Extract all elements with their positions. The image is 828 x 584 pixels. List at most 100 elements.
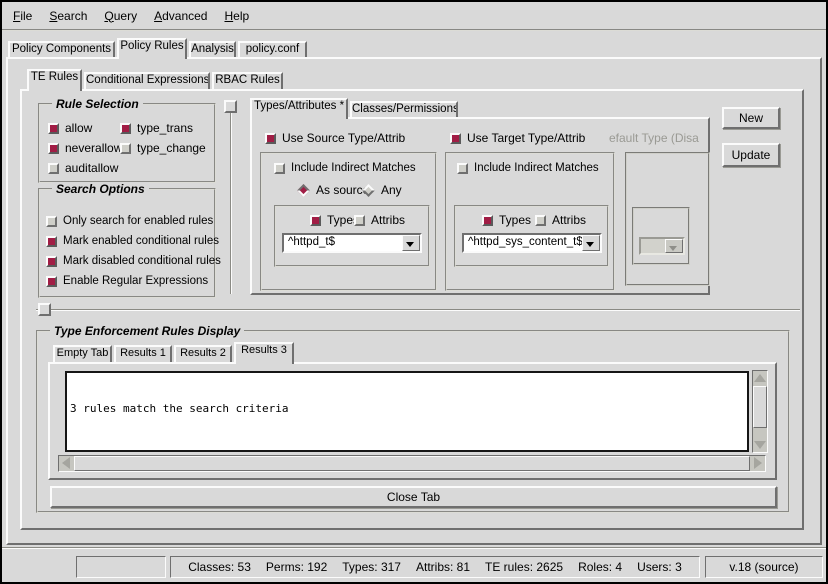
allow-checkbox-box[interactable]: [48, 123, 59, 134]
scroll-up-icon[interactable]: [754, 374, 766, 382]
tab-te-rules[interactable]: TE Rules: [27, 69, 82, 91]
allow-label: allow: [65, 121, 92, 135]
neverallow-checkbox-box[interactable]: [48, 143, 59, 154]
checkbox-source-types[interactable]: Types: [310, 213, 359, 227]
menu-advanced[interactable]: Advanced: [154, 9, 207, 23]
tab-classes-permissions[interactable]: Classes/Permissions: [350, 101, 458, 117]
target-types-label: Types: [499, 213, 531, 227]
checkbox-auditallow[interactable]: auditallow: [48, 161, 118, 175]
source-indirect-label: Include Indirect Matches: [291, 162, 416, 174]
source-types-checkbox-box[interactable]: [310, 215, 321, 226]
enable-regex-label: Enable Regular Expressions: [63, 275, 208, 287]
checkbox-target-attribs[interactable]: Attribs: [535, 213, 586, 227]
vertical-scrollbar[interactable]: [752, 370, 768, 453]
radio-any[interactable]: Any: [362, 183, 402, 197]
results-blank-line: [70, 444, 744, 452]
horizontal-sash-handle[interactable]: [38, 303, 51, 316]
checkbox-source-indirect[interactable]: Include Indirect Matches: [274, 162, 416, 174]
type-change-checkbox-box[interactable]: [120, 143, 131, 154]
rule-selection-title: Rule Selection: [52, 97, 143, 111]
checkbox-only-enabled-rules[interactable]: Only search for enabled rules: [46, 215, 213, 227]
tab-types-attributes[interactable]: Types/Attributes *: [250, 98, 348, 119]
new-button[interactable]: New: [722, 107, 780, 129]
tab-policy-rules[interactable]: Policy Rules: [117, 38, 187, 59]
menu-help[interactable]: Help: [224, 9, 249, 23]
status-separator: [2, 547, 826, 549]
status-empty-panel: [76, 556, 166, 578]
menu-file[interactable]: File: [13, 9, 32, 23]
checkbox-target-types[interactable]: Types: [482, 213, 531, 227]
policy-version-label: v.18 (source): [729, 560, 798, 574]
checkbox-enable-regex[interactable]: Enable Regular Expressions: [46, 275, 208, 287]
default-combobox-dropdown-button: [665, 239, 683, 253]
tab-policy-conf[interactable]: policy.conf: [238, 41, 307, 57]
mark-disabled-checkbox-box[interactable]: [46, 256, 57, 267]
checkbox-mark-enabled-conditional[interactable]: Mark enabled conditional rules: [46, 235, 219, 247]
checkbox-target-indirect[interactable]: Include Indirect Matches: [457, 162, 599, 174]
tab-results-1[interactable]: Results 1: [114, 345, 172, 362]
type-trans-label: type_trans: [137, 121, 193, 135]
type-trans-checkbox-box[interactable]: [120, 123, 131, 134]
any-radio-diamond[interactable]: [362, 184, 375, 197]
menu-query[interactable]: Query: [104, 9, 137, 23]
target-combobox-dropdown-button[interactable]: [582, 235, 600, 251]
tab-results-3[interactable]: Results 3: [234, 342, 294, 364]
use-source-checkbox-box[interactable]: [265, 133, 276, 144]
checkbox-use-target[interactable]: Use Target Type/Attrib: [450, 131, 585, 145]
vertical-scrollbar-thumb[interactable]: [753, 386, 767, 428]
checkbox-source-attribs[interactable]: Attribs: [354, 213, 405, 227]
source-type-combobox-value: ^httpd_t$: [288, 236, 335, 248]
horizontal-scrollbar[interactable]: [58, 455, 766, 472]
source-attribs-checkbox-box[interactable]: [354, 215, 365, 226]
radio-as-source[interactable]: As source: [297, 183, 369, 197]
horizontal-scrollbar-thumb[interactable]: [74, 456, 750, 471]
target-indirect-label: Include Indirect Matches: [474, 162, 599, 174]
te-rules-display-title: Type Enforcement Rules Display: [50, 324, 244, 338]
default-type-label: efault Type (Disa: [609, 131, 699, 145]
target-attribs-checkbox-box[interactable]: [535, 215, 546, 226]
chevron-down-icon: [669, 246, 677, 251]
type-change-label: type_change: [137, 141, 206, 155]
close-tab-button[interactable]: Close Tab: [50, 486, 777, 508]
search-options-group: Search Options Only search for enabled r…: [38, 188, 216, 298]
source-type-combobox[interactable]: ^httpd_t$: [282, 233, 422, 253]
enable-regex-checkbox-box[interactable]: [46, 276, 57, 287]
tab-empty-tab[interactable]: Empty Tab: [53, 345, 112, 362]
source-indirect-checkbox-box[interactable]: [274, 163, 285, 174]
neverallow-label: neverallow: [65, 141, 122, 155]
update-button[interactable]: Update: [722, 143, 780, 167]
scroll-right-icon[interactable]: [754, 457, 762, 469]
only-enabled-checkbox-box[interactable]: [46, 216, 57, 227]
auditallow-checkbox-box[interactable]: [48, 163, 59, 174]
vertical-sash-handle[interactable]: [224, 100, 237, 113]
search-options-title: Search Options: [52, 182, 149, 196]
auditallow-label: auditallow: [65, 161, 118, 175]
source-combobox-dropdown-button[interactable]: [402, 235, 420, 251]
checkbox-type-change[interactable]: type_change: [120, 141, 206, 155]
tab-results-2[interactable]: Results 2: [174, 345, 232, 362]
use-target-checkbox-box[interactable]: [450, 133, 461, 144]
checkbox-neverallow[interactable]: neverallow: [48, 141, 122, 155]
tab-rbac-rules[interactable]: RBAC Rules: [212, 72, 283, 89]
tab-conditional-expressions[interactable]: Conditional Expressions: [84, 72, 210, 89]
target-indirect-checkbox-box[interactable]: [457, 163, 468, 174]
as-source-radio-diamond[interactable]: [297, 184, 310, 197]
tab-analysis[interactable]: Analysis: [189, 41, 236, 57]
results-text-area[interactable]: 3 rules match the search criteria (5822)…: [65, 371, 749, 452]
checkbox-allow[interactable]: allow: [48, 121, 92, 135]
scroll-down-icon[interactable]: [754, 441, 766, 449]
checkbox-type-trans[interactable]: type_trans: [120, 121, 193, 135]
target-type-combobox[interactable]: ^httpd_sys_content_t$: [462, 233, 602, 253]
tab-policy-components[interactable]: Policy Components: [8, 41, 115, 57]
horizontal-sash-line: [36, 309, 800, 311]
checkbox-mark-disabled-conditional[interactable]: Mark disabled conditional rules: [46, 255, 221, 267]
scroll-left-icon[interactable]: [62, 457, 70, 469]
mark-enabled-checkbox-box[interactable]: [46, 236, 57, 247]
checkbox-use-source[interactable]: Use Source Type/Attrib: [265, 131, 405, 145]
rule-selection-group: Rule Selection allow type_trans neverall…: [38, 103, 216, 183]
menu-search[interactable]: Search: [49, 9, 87, 23]
target-type-combobox-value: ^httpd_sys_content_t$: [468, 236, 583, 248]
target-group: Include Indirect Matches Types Attribs ^…: [445, 152, 615, 291]
target-types-checkbox-box[interactable]: [482, 215, 493, 226]
use-source-label: Use Source Type/Attrib: [282, 131, 405, 145]
